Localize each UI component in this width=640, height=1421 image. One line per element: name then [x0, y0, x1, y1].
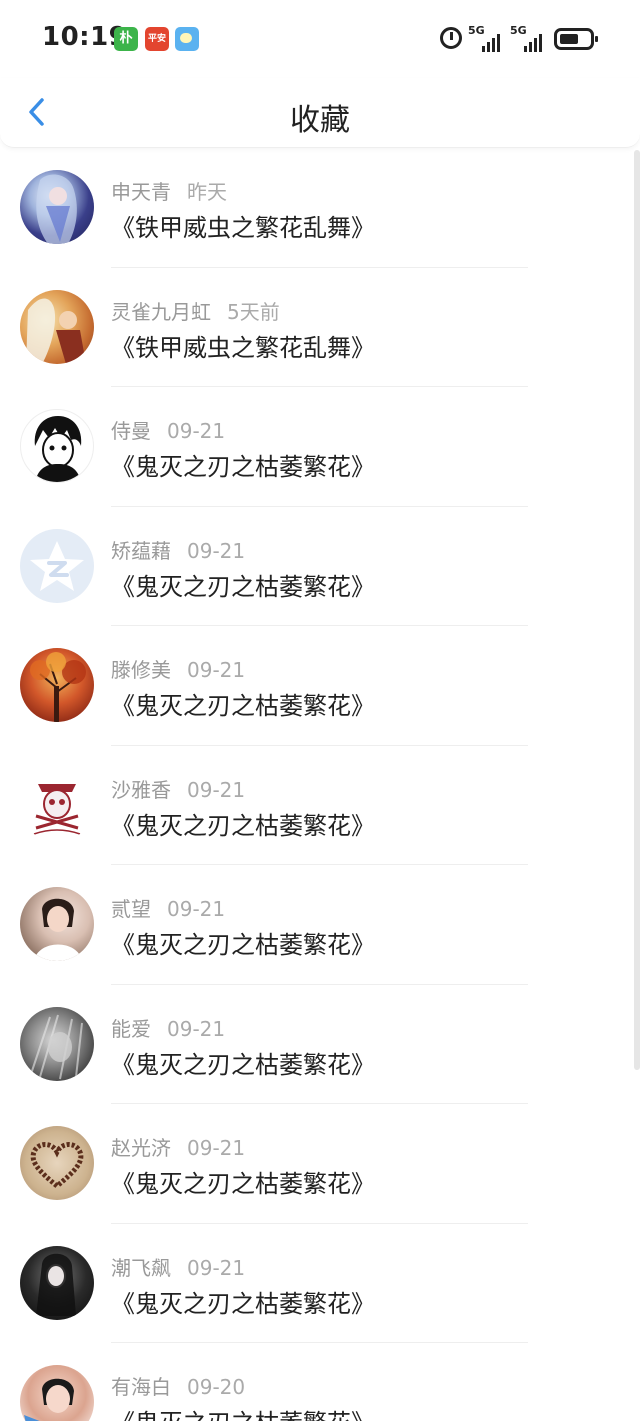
system-icons: 5G 5G [440, 24, 600, 52]
work-title[interactable]: 《鬼灭之刃之枯萎繁花》 [111, 1403, 375, 1421]
user-name: 矫蕴藉 [111, 538, 171, 563]
user-name: 申天青 [111, 180, 171, 204]
item-time: 09-21 [187, 1136, 246, 1160]
user-name: 潮飞飙 [111, 1255, 171, 1280]
avatar[interactable] [20, 1365, 94, 1421]
scrollbar[interactable] [634, 150, 640, 1070]
avatar[interactable] [20, 1126, 94, 1200]
item-meta: 滕修美 09-21 [111, 654, 245, 683]
work-title[interactable]: 《鬼灭之刃之枯萎繁花》 [111, 925, 375, 960]
item-time: 09-21 [187, 777, 246, 802]
avatar[interactable] [20, 528, 94, 603]
list-item[interactable]: 申天青 昨天 《铁甲威虫之繁花乱舞》 [0, 148, 640, 268]
item-meta: 申天青 昨天 [111, 176, 227, 205]
work-title[interactable]: 《鬼灭之刃之枯萎繁花》 [111, 1164, 375, 1199]
work-title[interactable]: 《鬼灭之刃之枯萎繁花》 [111, 686, 375, 721]
signal-5g-icon: 5G [468, 24, 504, 52]
bank-app-notification-icon: 平安 [145, 27, 169, 51]
list-item[interactable]: 沙雅香 09-21 《鬼灭之刃之枯萎繁花》 [0, 746, 640, 865]
list-item[interactable]: 灵雀九月虹 5天前 《铁甲威虫之繁花乱舞》 [0, 268, 640, 387]
user-name: 滕修美 [111, 658, 171, 682]
item-time: 09-21 [167, 1016, 226, 1041]
list-item[interactable]: 滕修美 09-21 《鬼灭之刃之枯萎繁花》 [0, 626, 640, 746]
work-title[interactable]: 《鬼灭之刃之枯萎繁花》 [111, 567, 375, 602]
favorites-list[interactable]: 申天青昨天 《铁甲威虫之繁花乱舞》 灵雀九月虹 5天前 《铁甲威虫之繁花乱舞》 [0, 148, 640, 1421]
list-item[interactable]: 矫蕴藉 09-21 《鬼灭之刃之枯萎繁花》 [0, 507, 640, 626]
user-name: 灵雀九月虹 [111, 299, 211, 324]
avatar[interactable] [20, 887, 94, 961]
work-title[interactable]: 《鬼灭之刃之枯萎繁花》 [111, 447, 375, 482]
work-title[interactable]: 《鬼灭之刃之枯萎繁花》 [111, 1284, 375, 1319]
work-title[interactable]: 《铁甲威虫之繁花乱舞》 [111, 208, 375, 243]
user-name: 贰望 [111, 897, 151, 921]
item-time: 09-21 [167, 897, 226, 921]
alarm-icon [440, 27, 462, 49]
item-meta: 灵雀九月虹 5天前 [111, 296, 280, 325]
item-time: 09-21 [187, 658, 246, 682]
item-meta: 潮飞飙 09-21 [111, 1252, 245, 1281]
app-notification-icon: 朴 [114, 27, 138, 51]
work-title[interactable]: 《鬼灭之刃之枯萎繁花》 [111, 1045, 375, 1080]
avatar[interactable] [20, 289, 94, 364]
item-meta: 沙雅香 09-21 [111, 774, 245, 803]
avatar[interactable] [20, 767, 94, 842]
work-title[interactable]: 《鬼灭之刃之枯萎繁花》 [111, 806, 375, 841]
user-name: 有海白 [111, 1375, 171, 1399]
user-name: 沙雅香 [111, 777, 171, 802]
item-meta: 矫蕴藉 09-21 [111, 535, 245, 564]
list-item[interactable]: 潮飞飙 09-21 《鬼灭之刃之枯萎繁花》 [0, 1224, 640, 1343]
user-name: 能爱 [111, 1016, 151, 1041]
avatar[interactable] [20, 170, 94, 244]
item-time: 09-21 [187, 538, 246, 563]
avatar[interactable] [20, 409, 94, 483]
work-title[interactable]: 《铁甲威虫之繁花乱舞》 [111, 328, 375, 363]
item-meta: 侍曼 09-21 [111, 415, 225, 444]
item-time: 昨天 [187, 180, 227, 204]
avatar[interactable] [20, 1245, 94, 1320]
item-time: 5天前 [227, 299, 280, 324]
list-item[interactable]: 能爱 09-21 《鬼灭之刃之枯萎繁花》 [0, 985, 640, 1104]
avatar[interactable] [20, 648, 94, 722]
item-meta: 贰望 09-21 [111, 893, 225, 922]
item-meta: 能爱 09-21 [111, 1013, 225, 1042]
status-bar: 10:19 朴 平安 5G 5G [0, 0, 640, 78]
item-time: 09-21 [187, 1255, 246, 1280]
battery-icon [554, 28, 598, 50]
list-item[interactable]: 赵光济 09-21 《鬼灭之刃之枯萎繁花》 [0, 1104, 640, 1224]
list-item[interactable]: 贰望 09-21 《鬼灭之刃之枯萎繁花》 [0, 865, 640, 985]
list-item[interactable]: 有海白 09-20 《鬼灭之刃之枯萎繁花》 [0, 1343, 640, 1421]
list-item[interactable]: 侍曼 09-21 《鬼灭之刃之枯萎繁花》 [0, 387, 640, 507]
weather-app-icon [175, 27, 199, 51]
item-time: 09-20 [187, 1375, 246, 1399]
item-time: 09-21 [167, 419, 226, 443]
item-meta: 有海白 09-20 [111, 1371, 245, 1400]
item-meta: 赵光济 09-21 [111, 1132, 245, 1161]
signal-5g-icon: 5G [510, 24, 546, 52]
user-name: 侍曼 [111, 419, 151, 443]
avatar[interactable] [20, 1006, 94, 1081]
nav-header: 收藏 [0, 78, 640, 148]
page-title: 收藏 [290, 103, 350, 138]
user-name: 赵光济 [111, 1136, 171, 1160]
